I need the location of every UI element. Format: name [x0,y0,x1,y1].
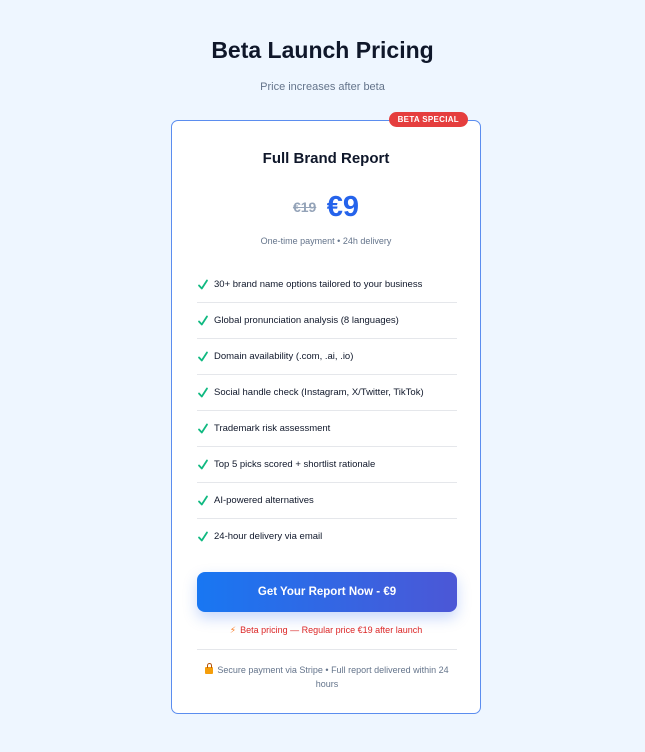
feature-item: 30+ brand name options tailored to your … [197,267,457,303]
feature-item: Top 5 picks scored + shortlist rationale [197,447,457,483]
feature-label: Social handle check (Instagram, X/Twitte… [214,387,424,398]
feature-label: Domain availability (.com, .ai, .io) [214,351,354,362]
price-row: €19 €9 [172,187,480,227]
feature-label: Trademark risk assessment [214,423,331,434]
beta-pricing-note: ⚡ Beta pricing — Regular price €19 after … [172,624,480,636]
check-icon [198,351,208,361]
divider [197,649,457,650]
check-icon [198,459,208,469]
new-price: €9 [326,191,360,223]
lock-icon [205,663,214,674]
feature-label: Top 5 picks scored + shortlist rationale [214,459,376,470]
check-icon [198,423,208,433]
secure-payment-text: Secure payment via Stripe • Full report … [217,665,449,689]
lightning-icon: ⚡ [229,625,237,635]
feature-item: Trademark risk assessment [197,411,457,447]
check-icon [198,531,208,541]
feature-label: AI-powered alternatives [214,495,314,506]
check-icon [198,315,208,325]
beta-special-badge: BETA SPECIAL [388,112,468,127]
feature-item: 24-hour delivery via email [197,519,457,554]
feature-item: AI-powered alternatives [197,483,457,519]
feature-label: 24-hour delivery via email [214,531,323,542]
price-note: One-time payment • 24h delivery [260,236,392,246]
pricing-card: BETA SPECIAL Full Brand Report €19 €9 On… [171,112,481,714]
feature-label: 30+ brand name options tailored to your … [214,279,423,290]
check-icon [198,387,208,397]
check-icon [198,495,208,505]
old-price: €19 [292,199,317,215]
feature-item: Domain availability (.com, .ai, .io) [197,339,457,375]
card-title: Full Brand Report [262,150,390,167]
check-icon [198,279,208,289]
feature-label: Global pronunciation analysis (8 languag… [214,315,399,326]
page-subtitle: Price increases after beta [260,81,385,93]
secure-payment-note: Secure payment via Stripe • Full report … [202,663,452,691]
feature-list: 30+ brand name options tailored to your … [197,267,457,554]
page-title: Beta Launch Pricing [211,37,434,63]
feature-item: Social handle check (Instagram, X/Twitte… [197,375,457,411]
feature-item: Global pronunciation analysis (8 languag… [197,303,457,339]
beta-pricing-text: Beta pricing — Regular price €19 after l… [240,625,423,635]
get-report-button[interactable]: Get Your Report Now - €9 [197,572,457,612]
